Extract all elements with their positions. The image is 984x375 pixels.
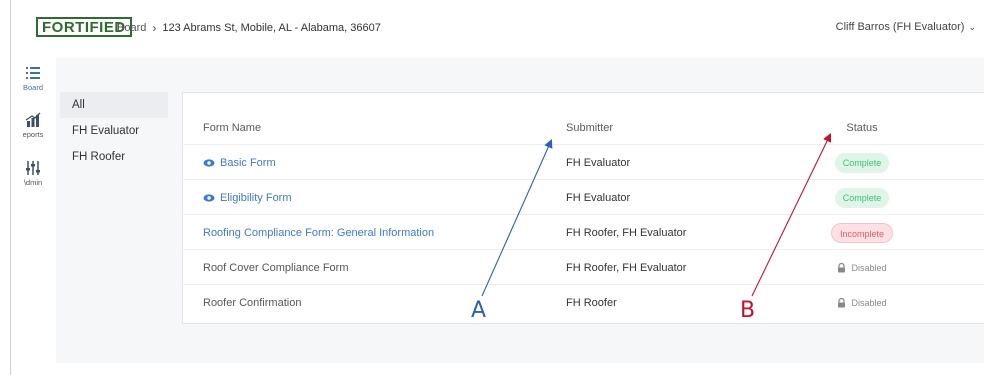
table-row[interactable]: Basic Form FH Evaluator Complete	[182, 145, 984, 180]
rail-label: eports	[22, 130, 44, 139]
submitter-cell: FH Roofer, FH Evaluator	[566, 226, 687, 239]
rail-label: \dmin	[23, 178, 43, 187]
table-row[interactable]: Roofing Compliance Form: General Informa…	[182, 215, 984, 250]
eye-icon	[203, 158, 215, 167]
breadcrumb-board-link[interactable]: Board	[117, 22, 146, 34]
annotation-label-a: A	[471, 298, 487, 323]
table-row: Roof Cover Compliance Form FH Roofer, FH…	[182, 250, 984, 285]
top-header: FORTIFIED Board › 123 Abrams St, Mobile,…	[10, 0, 984, 54]
form-name-text: Roof Cover Compliance Form	[203, 261, 349, 274]
submitter-cell: FH Evaluator	[566, 156, 631, 169]
column-header-submitter: Submitter	[566, 121, 614, 134]
form-name-text: Roofer Confirmation	[203, 296, 302, 309]
annotation-label-b: B	[740, 298, 756, 323]
status-cell: Complete	[802, 145, 922, 180]
lock-icon	[838, 262, 846, 272]
table-header-row: Form Name Submitter Status	[182, 110, 984, 145]
submitter-cell: FH Roofer	[566, 296, 617, 309]
breadcrumb-current: 123 Abrams St, Mobile, AL - Alabama, 366…	[162, 22, 381, 34]
status-cell: Complete	[802, 180, 922, 215]
table-row: Roofer Confirmation FH Roofer Disabled	[182, 285, 984, 320]
rail-label: Board	[22, 83, 43, 92]
status-disabled-label: Disabled	[851, 262, 887, 273]
submitter-cell: FH Evaluator	[566, 191, 631, 204]
filter-fh-roofer[interactable]: FH Roofer	[60, 144, 168, 170]
status-disabled: Disabled	[837, 297, 887, 308]
submitter-cell: FH Roofer, FH Evaluator	[566, 261, 687, 274]
chart-icon	[25, 112, 41, 127]
status-badge-incomplete: Incomplete	[830, 222, 894, 243]
rail-item-board[interactable]: Board	[10, 64, 56, 92]
submitter-filter-nav: All FH Evaluator FH Roofer	[60, 92, 168, 170]
column-header-form-name: Form Name	[203, 121, 262, 134]
breadcrumb: Board › 123 Abrams St, Mobile, AL - Alab…	[117, 21, 381, 35]
form-name-link[interactable]: Roofing Compliance Form: General Informa…	[203, 215, 434, 250]
table-row[interactable]: Eligibility Form FH Evaluator Complete	[182, 180, 984, 215]
eye-icon	[203, 193, 215, 202]
user-menu[interactable]: Cliff Barros (FH Evaluator) ⌄	[836, 21, 976, 33]
left-rail: Board eports \dmin	[10, 54, 56, 375]
status-badge-complete: Complete	[834, 187, 890, 208]
form-name-link[interactable]: Eligibility Form	[220, 192, 292, 204]
breadcrumb-separator-icon: ›	[152, 21, 157, 35]
lock-icon	[838, 297, 846, 307]
status-cell: Disabled	[802, 250, 922, 285]
user-name: Cliff Barros (FH Evaluator)	[835, 21, 965, 33]
list-icon	[26, 67, 40, 79]
status-cell: Incomplete	[802, 215, 922, 250]
sliders-icon	[26, 161, 40, 175]
rail-item-reports[interactable]: eports	[10, 111, 56, 139]
chevron-down-icon: ⌄	[968, 21, 976, 32]
rail-item-admin[interactable]: \dmin	[10, 159, 56, 187]
column-header-status: Status	[846, 121, 878, 134]
status-disabled-label: Disabled	[851, 297, 887, 308]
status-disabled: Disabled	[837, 262, 887, 273]
status-badge-complete: Complete	[834, 152, 890, 173]
status-cell: Disabled	[802, 285, 922, 320]
form-name-cell[interactable]: Eligibility Form	[203, 180, 292, 215]
form-name-link[interactable]: Basic Form	[220, 157, 276, 169]
filter-all[interactable]: All	[60, 92, 168, 118]
form-name-cell[interactable]: Basic Form	[203, 145, 276, 180]
filter-fh-evaluator[interactable]: FH Evaluator	[60, 118, 168, 144]
